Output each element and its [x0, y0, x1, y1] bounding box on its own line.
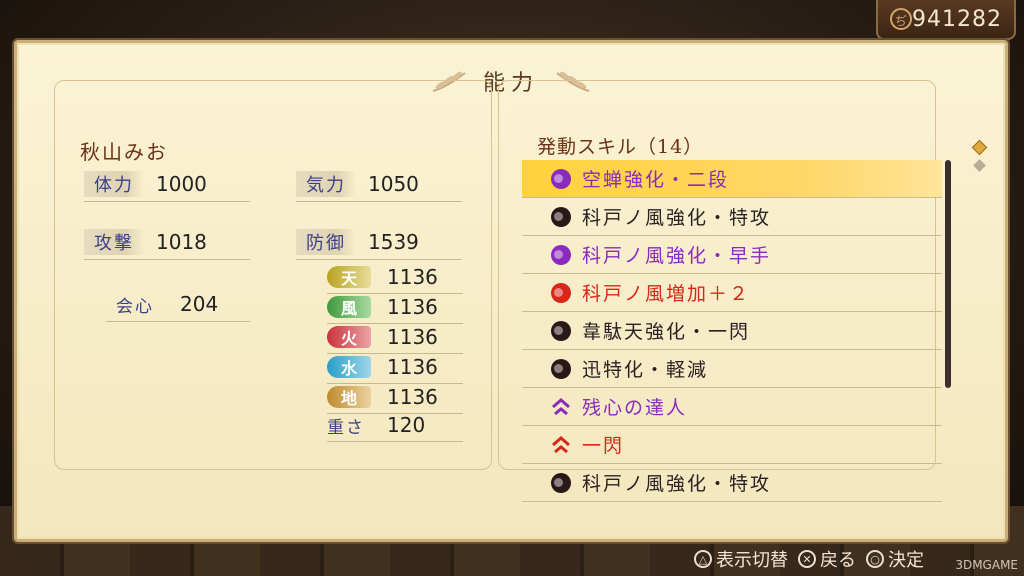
watermark: 3DMGAME [955, 558, 1018, 572]
skill-list: 空蝉強化・二段 科戸ノ風強化・特攻 科戸ノ風強化・早手 科戸ノ風増加＋２ 韋駄天… [522, 160, 942, 502]
back-label: 戻る [820, 550, 856, 571]
skill-label: 空蝉強化・二段 [582, 169, 730, 191]
element-badge: 地 [327, 386, 371, 408]
page-markers [971, 138, 987, 178]
element-value: 1136 [387, 265, 438, 289]
skill-label: 一閃 [582, 435, 625, 457]
skill-label: 科戸ノ風強化・特攻 [582, 207, 772, 229]
element-value: 1136 [387, 325, 438, 349]
skill-item[interactable]: 韋駄天強化・一閃 [522, 312, 942, 350]
stat-attack-label: 攻撃 [84, 229, 144, 255]
skill-label: 科戸ノ風強化・特攻 [582, 473, 772, 495]
confirm-button[interactable]: ○ 決定 [866, 546, 924, 572]
stat-defense-label: 防御 [296, 229, 356, 255]
stat-weight-value: 120 [387, 413, 426, 437]
skill-item[interactable]: 迅特化・軽減 [522, 350, 942, 388]
skill-item[interactable]: 空蝉強化・二段 [522, 160, 942, 198]
character-name: 秋山みお [80, 140, 168, 164]
skill-item[interactable]: 科戸ノ風強化・早手 [522, 236, 942, 274]
element-badge: 水 [327, 356, 371, 378]
inactive-page-icon [972, 159, 986, 172]
red-orb-icon [550, 282, 572, 304]
stat-attack: 攻撃 1018 [84, 228, 250, 260]
skill-item[interactable]: 残心の達人 [522, 388, 942, 426]
skill-item[interactable]: 科戸ノ風強化・特攻 [522, 198, 942, 236]
stat-ki: 気力 1050 [296, 170, 462, 202]
triangle-button-icon: △ [694, 550, 712, 568]
stat-weight: 重さ 120 [327, 412, 463, 442]
control-hints: △ 表示切替 ✕ 戻る ○ 決定 [694, 546, 924, 572]
red-chevron-icon [550, 434, 572, 456]
confirm-label: 決定 [888, 550, 924, 571]
element-badge: 風 [327, 296, 371, 318]
skills-header: 発動スキル（14） [537, 136, 704, 158]
stat-weight-label: 重さ [327, 417, 365, 438]
dark-orb-icon [550, 206, 572, 228]
element-row-sui: 水 1136 [327, 354, 463, 384]
stat-ki-value: 1050 [368, 172, 419, 196]
dark-orb-icon [550, 358, 572, 380]
skill-item[interactable]: 科戸ノ風強化・特攻 [522, 464, 942, 502]
stat-ki-label: 気力 [296, 171, 356, 197]
cross-button-icon: ✕ [798, 550, 816, 568]
stat-hp: 体力 1000 [84, 170, 250, 202]
stat-crit-label: 会心 [116, 296, 154, 317]
element-row-fu: 風 1136 [327, 294, 463, 324]
toggle-view-button[interactable]: △ 表示切替 [694, 546, 788, 572]
stat-hp-label: 体力 [84, 171, 144, 197]
skill-label: 科戸ノ風増加＋２ [582, 283, 751, 305]
skill-label: 科戸ノ風強化・早手 [582, 245, 772, 267]
skill-scrollbar[interactable] [945, 160, 951, 388]
purple-chevron-icon [550, 396, 572, 418]
element-badge: 火 [327, 326, 371, 348]
skill-item[interactable]: 一閃 [522, 426, 942, 464]
dark-orb-icon [550, 320, 572, 342]
skill-label: 韋駄天強化・一閃 [582, 321, 751, 343]
stat-crit: 会心 204 [106, 290, 250, 322]
purple-orb-icon [550, 168, 572, 190]
purple-orb-icon [550, 244, 572, 266]
element-value: 1136 [387, 295, 438, 319]
active-page-icon [971, 139, 987, 156]
element-value: 1136 [387, 355, 438, 379]
skill-label: 残心の達人 [582, 397, 688, 419]
circle-button-icon: ○ [866, 550, 884, 568]
stat-crit-value: 204 [180, 292, 219, 316]
stat-defense-value: 1539 [368, 230, 419, 254]
element-row-chi: 地 1136 [327, 384, 463, 414]
toggle-view-label: 表示切替 [716, 550, 788, 571]
back-button[interactable]: ✕ 戻る [798, 546, 856, 572]
dark-orb-icon [550, 472, 572, 494]
element-value: 1136 [387, 385, 438, 409]
stat-attack-value: 1018 [156, 230, 207, 254]
stat-hp-value: 1000 [156, 172, 207, 196]
element-row-ten: 天 1136 [327, 264, 463, 294]
stat-defense: 防御 1539 [296, 228, 462, 260]
element-badge: 天 [327, 266, 371, 288]
money-display: ぢ 941282 [876, 0, 1016, 40]
skill-label: 迅特化・軽減 [582, 359, 709, 381]
skill-item[interactable]: 科戸ノ風増加＋２ [522, 274, 942, 312]
coin-icon: ぢ [890, 8, 912, 30]
element-row-hi: 火 1136 [327, 324, 463, 354]
money-value: 941282 [912, 6, 1002, 32]
